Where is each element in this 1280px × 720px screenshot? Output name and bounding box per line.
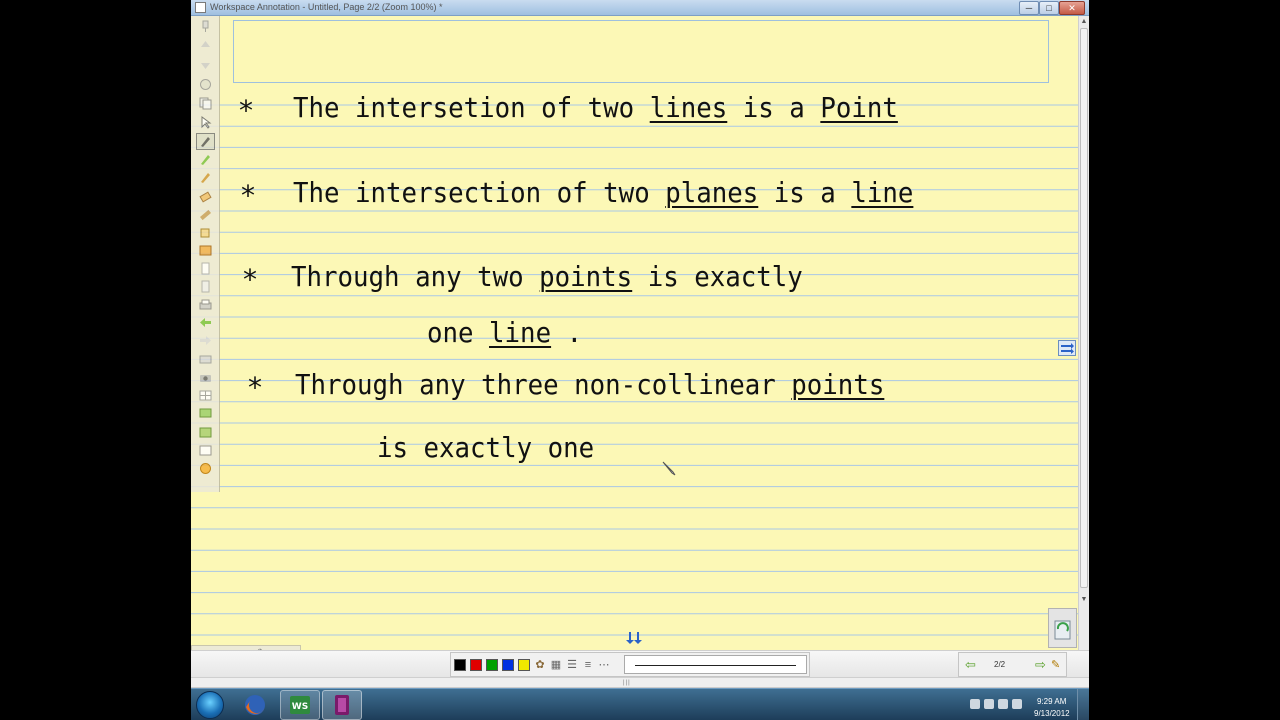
app-taskbar-icon[interactable]	[322, 690, 362, 720]
move-down-icon[interactable]	[199, 58, 212, 71]
shape-icon[interactable]	[199, 226, 212, 239]
clock-date[interactable]: 9/13/2012	[1034, 709, 1070, 718]
scroll-thumb[interactable]	[1080, 28, 1088, 588]
color-swatch-green[interactable]	[486, 659, 498, 671]
palette-icon[interactable]: ✿	[533, 658, 547, 672]
color-swatch-blue[interactable]	[502, 659, 514, 671]
pen-options-group: ✿ ▦ ☰ ≡ ⋯	[450, 652, 810, 677]
title-bar: Workspace Annotation - Untitled, Page 2/…	[191, 0, 1089, 16]
show-desktop-button[interactable]	[1077, 689, 1089, 720]
page-title-box[interactable]	[233, 20, 1049, 83]
camera-icon[interactable]	[199, 371, 212, 384]
start-button[interactable]	[196, 691, 224, 719]
folder-icon[interactable]	[199, 352, 212, 365]
forward-arrow-icon[interactable]	[199, 334, 212, 347]
line-style-selector[interactable]	[624, 655, 807, 674]
back-arrow-icon[interactable]	[199, 316, 212, 329]
text-tool-icon[interactable]	[199, 244, 212, 257]
app-icon	[195, 2, 206, 13]
blank-page-icon[interactable]	[199, 262, 212, 275]
insert-page-below-icon[interactable]	[625, 631, 643, 645]
whiteboard-icon[interactable]	[199, 444, 212, 457]
close-button[interactable]: ✕	[1059, 1, 1085, 15]
copy-page-icon[interactable]	[199, 97, 212, 110]
next-page-icon[interactable]: ⇨	[1035, 657, 1046, 673]
highlighter-icon[interactable]	[199, 153, 212, 166]
select-arrow-icon[interactable]	[199, 116, 212, 129]
hand-icon[interactable]	[199, 78, 212, 91]
page-indicator: 2/2	[994, 660, 1006, 669]
pen-tool-icon[interactable]	[196, 133, 215, 150]
color-swatch-yellow[interactable]	[518, 659, 530, 671]
move-up-icon[interactable]	[199, 39, 212, 52]
grid-icon[interactable]	[199, 389, 212, 402]
network-icon[interactable]	[998, 699, 1008, 709]
scroll-up-icon[interactable]: ▲	[1079, 16, 1089, 27]
pin-icon[interactable]	[199, 20, 212, 33]
notebook-page[interactable]: * The intersetion of two lines is a Point…	[191, 16, 1078, 650]
tray-chevron-icon[interactable]	[970, 699, 980, 709]
ruled-lines	[191, 104, 1078, 636]
line-dash-icon[interactable]: ⋯	[597, 658, 611, 672]
tool-palette	[191, 16, 220, 492]
recorder-icon[interactable]	[199, 462, 212, 475]
pen-toolbar: ✿ ▦ ☰ ≡ ⋯ ⇦ 2/2 ⇨ ✎	[191, 650, 1089, 678]
workspace-taskbar-icon[interactable]: WS	[280, 690, 320, 720]
recycle-bin-icon[interactable]	[1048, 608, 1077, 648]
pen-width-thick-icon[interactable]: ≡	[581, 658, 595, 672]
pen-cursor-icon	[662, 461, 676, 476]
system-tray	[970, 695, 1030, 715]
minimize-button[interactable]: ─	[1019, 1, 1039, 15]
pen-width-thin-icon[interactable]: ☰	[565, 658, 579, 672]
page-options-icon[interactable]: ✎	[1051, 658, 1060, 671]
scroll-grip[interactable]: |||	[623, 680, 631, 686]
screen: Workspace Annotation - Untitled, Page 2/…	[191, 0, 1089, 720]
maximize-button[interactable]: □	[1039, 1, 1059, 15]
screen-capture-icon[interactable]	[199, 407, 212, 420]
page-template-icon[interactable]	[199, 280, 212, 293]
eraser-icon[interactable]	[199, 190, 212, 203]
transparency-icon[interactable]: ▦	[549, 658, 563, 672]
marker-icon[interactable]	[199, 171, 212, 184]
settings-icon[interactable]	[199, 426, 212, 439]
scroll-down-icon[interactable]: ▼	[1079, 594, 1089, 605]
previous-page-icon[interactable]: ⇦	[965, 657, 976, 673]
print-icon[interactable]	[199, 298, 212, 311]
svg-text:WS: WS	[292, 702, 308, 712]
horizontal-scrollbar[interactable]: |||	[191, 678, 1089, 688]
color-swatch-red[interactable]	[470, 659, 482, 671]
taskbar: WS 9:29 AM 9/13/2012	[191, 688, 1089, 720]
tray-flag-icon[interactable]	[984, 699, 994, 709]
vertical-scrollbar[interactable]: ▲ ▼	[1078, 16, 1089, 650]
page-flip-icon[interactable]	[1058, 340, 1076, 356]
firefox-taskbar-icon[interactable]	[235, 690, 275, 720]
color-swatch-black[interactable]	[454, 659, 466, 671]
page-navigation: ⇦ 2/2 ⇨ ✎	[958, 652, 1067, 677]
ruler-icon[interactable]	[199, 208, 212, 221]
window-title: Workspace Annotation - Untitled, Page 2/…	[210, 2, 443, 12]
volume-icon[interactable]	[1012, 699, 1022, 709]
clock-time[interactable]: 9:29 AM	[1037, 697, 1066, 706]
